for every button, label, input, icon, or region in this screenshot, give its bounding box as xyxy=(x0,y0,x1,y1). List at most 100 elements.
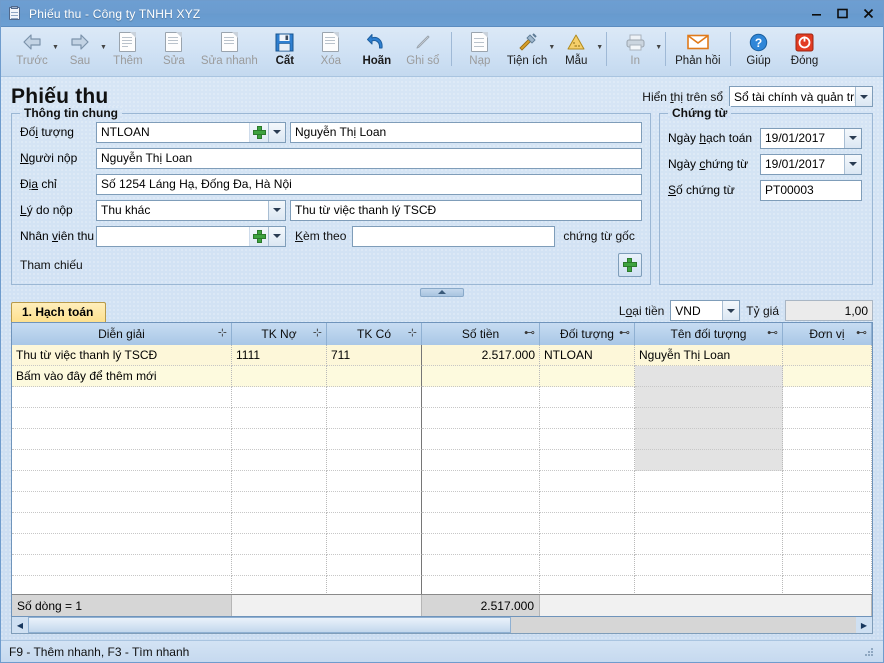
toolbar-button-tien-ich[interactable]: Tiện ích xyxy=(503,30,551,76)
toolbar-button-mau[interactable]: Mẫu xyxy=(553,30,599,76)
cell-empty[interactable] xyxy=(540,428,635,450)
cell-empty[interactable] xyxy=(540,533,635,555)
cell-empty[interactable] xyxy=(232,449,327,471)
pin-icon[interactable]: ⊷ xyxy=(619,326,630,339)
cell-so-tien[interactable]: 2.517.000 xyxy=(422,344,540,366)
cell-empty[interactable] xyxy=(232,512,327,534)
cell-empty[interactable] xyxy=(422,407,540,429)
pin-icon[interactable]: ⊹ xyxy=(408,326,417,339)
chevron-down-icon[interactable] xyxy=(268,122,285,142)
cell-don-vi[interactable] xyxy=(783,344,872,366)
cell-empty[interactable] xyxy=(783,512,872,534)
cell-so-tien[interactable] xyxy=(422,365,540,387)
table-row-empty[interactable] xyxy=(12,386,872,408)
resize-grip-icon[interactable] xyxy=(863,646,875,658)
cell-empty[interactable] xyxy=(12,533,232,555)
table-row-empty[interactable] xyxy=(12,533,872,555)
cell-empty[interactable] xyxy=(783,428,872,450)
scrollbar-rest[interactable] xyxy=(511,617,856,633)
cell-empty[interactable] xyxy=(232,491,327,513)
pin-icon[interactable]: ⊷ xyxy=(856,326,867,339)
cell-empty[interactable] xyxy=(783,491,872,513)
tab-hach-toan[interactable]: 1. Hạch toán xyxy=(11,302,107,323)
cell-empty[interactable] xyxy=(635,533,783,555)
cell-empty[interactable] xyxy=(540,575,635,594)
add-icon[interactable] xyxy=(249,122,268,142)
cell-empty[interactable] xyxy=(635,449,783,471)
cell-empty[interactable] xyxy=(635,554,783,576)
table-row-empty[interactable] xyxy=(12,512,872,534)
cell-empty[interactable] xyxy=(422,428,540,450)
cell-empty[interactable] xyxy=(12,407,232,429)
cell-tk-co[interactable]: 711 xyxy=(327,344,422,366)
toolbar-button-sua-nhanh[interactable]: Sửa nhanh xyxy=(197,30,262,76)
cell-empty[interactable] xyxy=(12,554,232,576)
cell-empty[interactable] xyxy=(327,386,422,408)
cell-add-new-hint[interactable]: Bấm vào đây để thêm mới xyxy=(12,365,232,387)
toolbar-button-truoc[interactable]: Trước xyxy=(9,30,55,76)
toolbar-button-ghi-so[interactable]: Ghi sổ xyxy=(400,30,446,76)
cell-empty[interactable] xyxy=(635,407,783,429)
add-reference-icon[interactable] xyxy=(618,252,642,277)
cell-empty[interactable] xyxy=(327,533,422,555)
grid-column-header-ten-doi-tuong[interactable]: Tên đối tượng ⊷ xyxy=(635,322,783,345)
cell-tk-no[interactable] xyxy=(232,365,327,387)
panel-splitter[interactable] xyxy=(11,285,873,299)
kem-theo-input[interactable] xyxy=(352,225,556,247)
cell-empty[interactable] xyxy=(422,386,540,408)
cell-empty[interactable] xyxy=(540,449,635,471)
cell-empty[interactable] xyxy=(327,428,422,450)
cell-empty[interactable] xyxy=(327,554,422,576)
cell-empty[interactable] xyxy=(783,386,872,408)
ly-do-nop-detail-input[interactable]: Thu từ việc thanh lý TSCĐ xyxy=(290,199,642,221)
cell-empty[interactable] xyxy=(422,575,540,594)
collapse-up-icon[interactable] xyxy=(420,287,464,297)
grid-column-header-doi-tuong[interactable]: Đối tượng ⊷ xyxy=(540,322,635,345)
cell-empty[interactable] xyxy=(422,533,540,555)
cell-empty[interactable] xyxy=(783,533,872,555)
cell-empty[interactable] xyxy=(540,407,635,429)
toolbar-button-hoan[interactable]: Hoãn xyxy=(354,30,400,76)
chevron-down-icon[interactable] xyxy=(844,154,861,174)
minimize-icon[interactable] xyxy=(803,4,829,24)
display-on-book-select[interactable]: Sổ tài chính và quản trị xyxy=(729,86,873,108)
doi-tuong-input[interactable]: NTLOAN xyxy=(96,121,286,143)
cell-empty[interactable] xyxy=(12,386,232,408)
scroll-right-icon[interactable]: ▶ xyxy=(856,617,872,633)
grid-column-header-dien-giai[interactable]: Diễn giải ⊹ xyxy=(12,322,232,345)
scrollbar-thumb[interactable] xyxy=(28,617,511,633)
so-chung-tu-input[interactable]: PT00003 xyxy=(760,179,862,201)
chevron-down-icon[interactable] xyxy=(855,87,872,107)
chevron-down-icon[interactable] xyxy=(268,226,285,246)
cell-empty[interactable] xyxy=(232,470,327,492)
chevron-down-icon[interactable] xyxy=(844,128,861,148)
toolbar-button-giup[interactable]: ? Giúp xyxy=(736,30,782,76)
cell-empty[interactable] xyxy=(422,470,540,492)
cell-empty[interactable] xyxy=(327,575,422,594)
cell-dien-giai[interactable]: Thu từ việc thanh lý TSCĐ xyxy=(12,344,232,366)
table-row[interactable]: Thu từ việc thanh lý TSCĐ 1111 711 2.517… xyxy=(12,344,872,366)
scrollbar-track[interactable] xyxy=(28,617,856,633)
ly-do-nop-select[interactable]: Thu khác xyxy=(96,199,286,221)
cell-empty[interactable] xyxy=(635,575,783,594)
cell-empty[interactable] xyxy=(540,386,635,408)
toolbar-button-in[interactable]: In xyxy=(612,30,658,76)
pin-icon[interactable]: ⊷ xyxy=(767,326,778,339)
toolbar-button-nap[interactable]: Nạp xyxy=(457,30,503,76)
cell-empty[interactable] xyxy=(327,491,422,513)
cell-empty[interactable] xyxy=(783,407,872,429)
toolbar-button-them[interactable]: Thêm xyxy=(105,30,151,76)
ngay-chung-tu-input[interactable]: 19/01/2017 xyxy=(760,153,862,175)
cell-empty[interactable] xyxy=(635,470,783,492)
cell-empty[interactable] xyxy=(232,554,327,576)
cell-tk-co[interactable] xyxy=(327,365,422,387)
cell-empty[interactable] xyxy=(422,449,540,471)
nguoi-nop-input[interactable]: Nguyễn Thị Loan xyxy=(96,147,642,169)
cell-empty[interactable] xyxy=(783,470,872,492)
table-row-empty[interactable] xyxy=(12,428,872,450)
chevron-down-icon[interactable] xyxy=(268,200,285,220)
cell-empty[interactable] xyxy=(422,512,540,534)
cell-empty[interactable] xyxy=(422,491,540,513)
cell-empty[interactable] xyxy=(12,428,232,450)
cell-empty[interactable] xyxy=(783,554,872,576)
